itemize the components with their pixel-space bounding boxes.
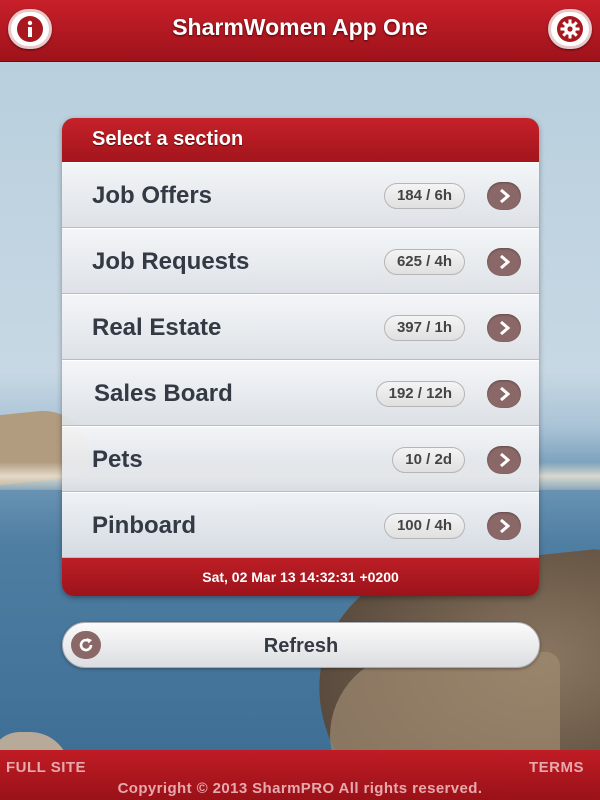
section-label: Pinboard: [92, 512, 197, 539]
section-label: Job Requests: [92, 248, 250, 275]
chevron-right-icon[interactable]: [487, 380, 521, 408]
section-item-real-estate[interactable]: Real Estate 397 / 1h: [62, 294, 539, 360]
app-header: SharmWomen App One: [0, 0, 600, 62]
count-badge: 100 / 4h: [383, 513, 465, 539]
section-item-pinboard[interactable]: Pinboard 100 / 4h: [62, 492, 539, 558]
count-badge: 184 / 6h: [383, 183, 465, 209]
count-badge: 397 / 1h: [383, 315, 465, 341]
chevron-right-icon[interactable]: [487, 248, 521, 276]
section-item-job-requests[interactable]: Job Requests 625 / 4h: [62, 228, 539, 294]
background-rock: [0, 732, 70, 750]
count-badge: 10 / 2d: [392, 447, 465, 473]
section-label: Pets: [92, 446, 143, 473]
terms-link[interactable]: TERMS: [529, 759, 584, 776]
chevron-right-icon[interactable]: [487, 512, 521, 540]
chevron-right-icon[interactable]: [487, 182, 521, 210]
refresh-label: Refresh: [263, 635, 339, 657]
section-list: Job Offers 184 / 6h Job Requests 625 / 4…: [62, 162, 539, 558]
chevron-right-icon[interactable]: [487, 446, 521, 474]
section-item-job-offers[interactable]: Job Offers 184 / 6h: [62, 162, 539, 228]
copyright-text: Copyright © 2013 SharmPRO All rights res…: [117, 780, 483, 797]
section-label: Sales Board: [94, 380, 233, 407]
panel-title: Select a section: [62, 118, 539, 162]
section-panel: Select a section Job Offers 184 / 6h Job…: [62, 118, 539, 596]
count-badge: 625 / 4h: [383, 249, 465, 275]
section-label: Real Estate: [92, 314, 222, 341]
app-title: SharmWomen App One: [172, 14, 428, 40]
gear-icon: [557, 16, 583, 42]
full-site-link[interactable]: FULL SITE: [6, 759, 86, 776]
refresh-button[interactable]: Refresh: [62, 622, 540, 668]
app-footer: FULL SITE TERMS Copyright © 2013 SharmPR…: [0, 750, 600, 800]
section-item-sales-board[interactable]: Sales Board 192 / 12h: [62, 360, 539, 426]
last-updated-timestamp: Sat, 02 Mar 13 14:32:31 +0200: [62, 558, 539, 596]
settings-button[interactable]: [548, 9, 592, 49]
count-badge: 192 / 12h: [375, 381, 465, 407]
chevron-right-icon[interactable]: [487, 314, 521, 342]
section-item-pets[interactable]: Pets 10 / 2d: [62, 426, 539, 492]
section-label: Job Offers: [92, 182, 213, 209]
